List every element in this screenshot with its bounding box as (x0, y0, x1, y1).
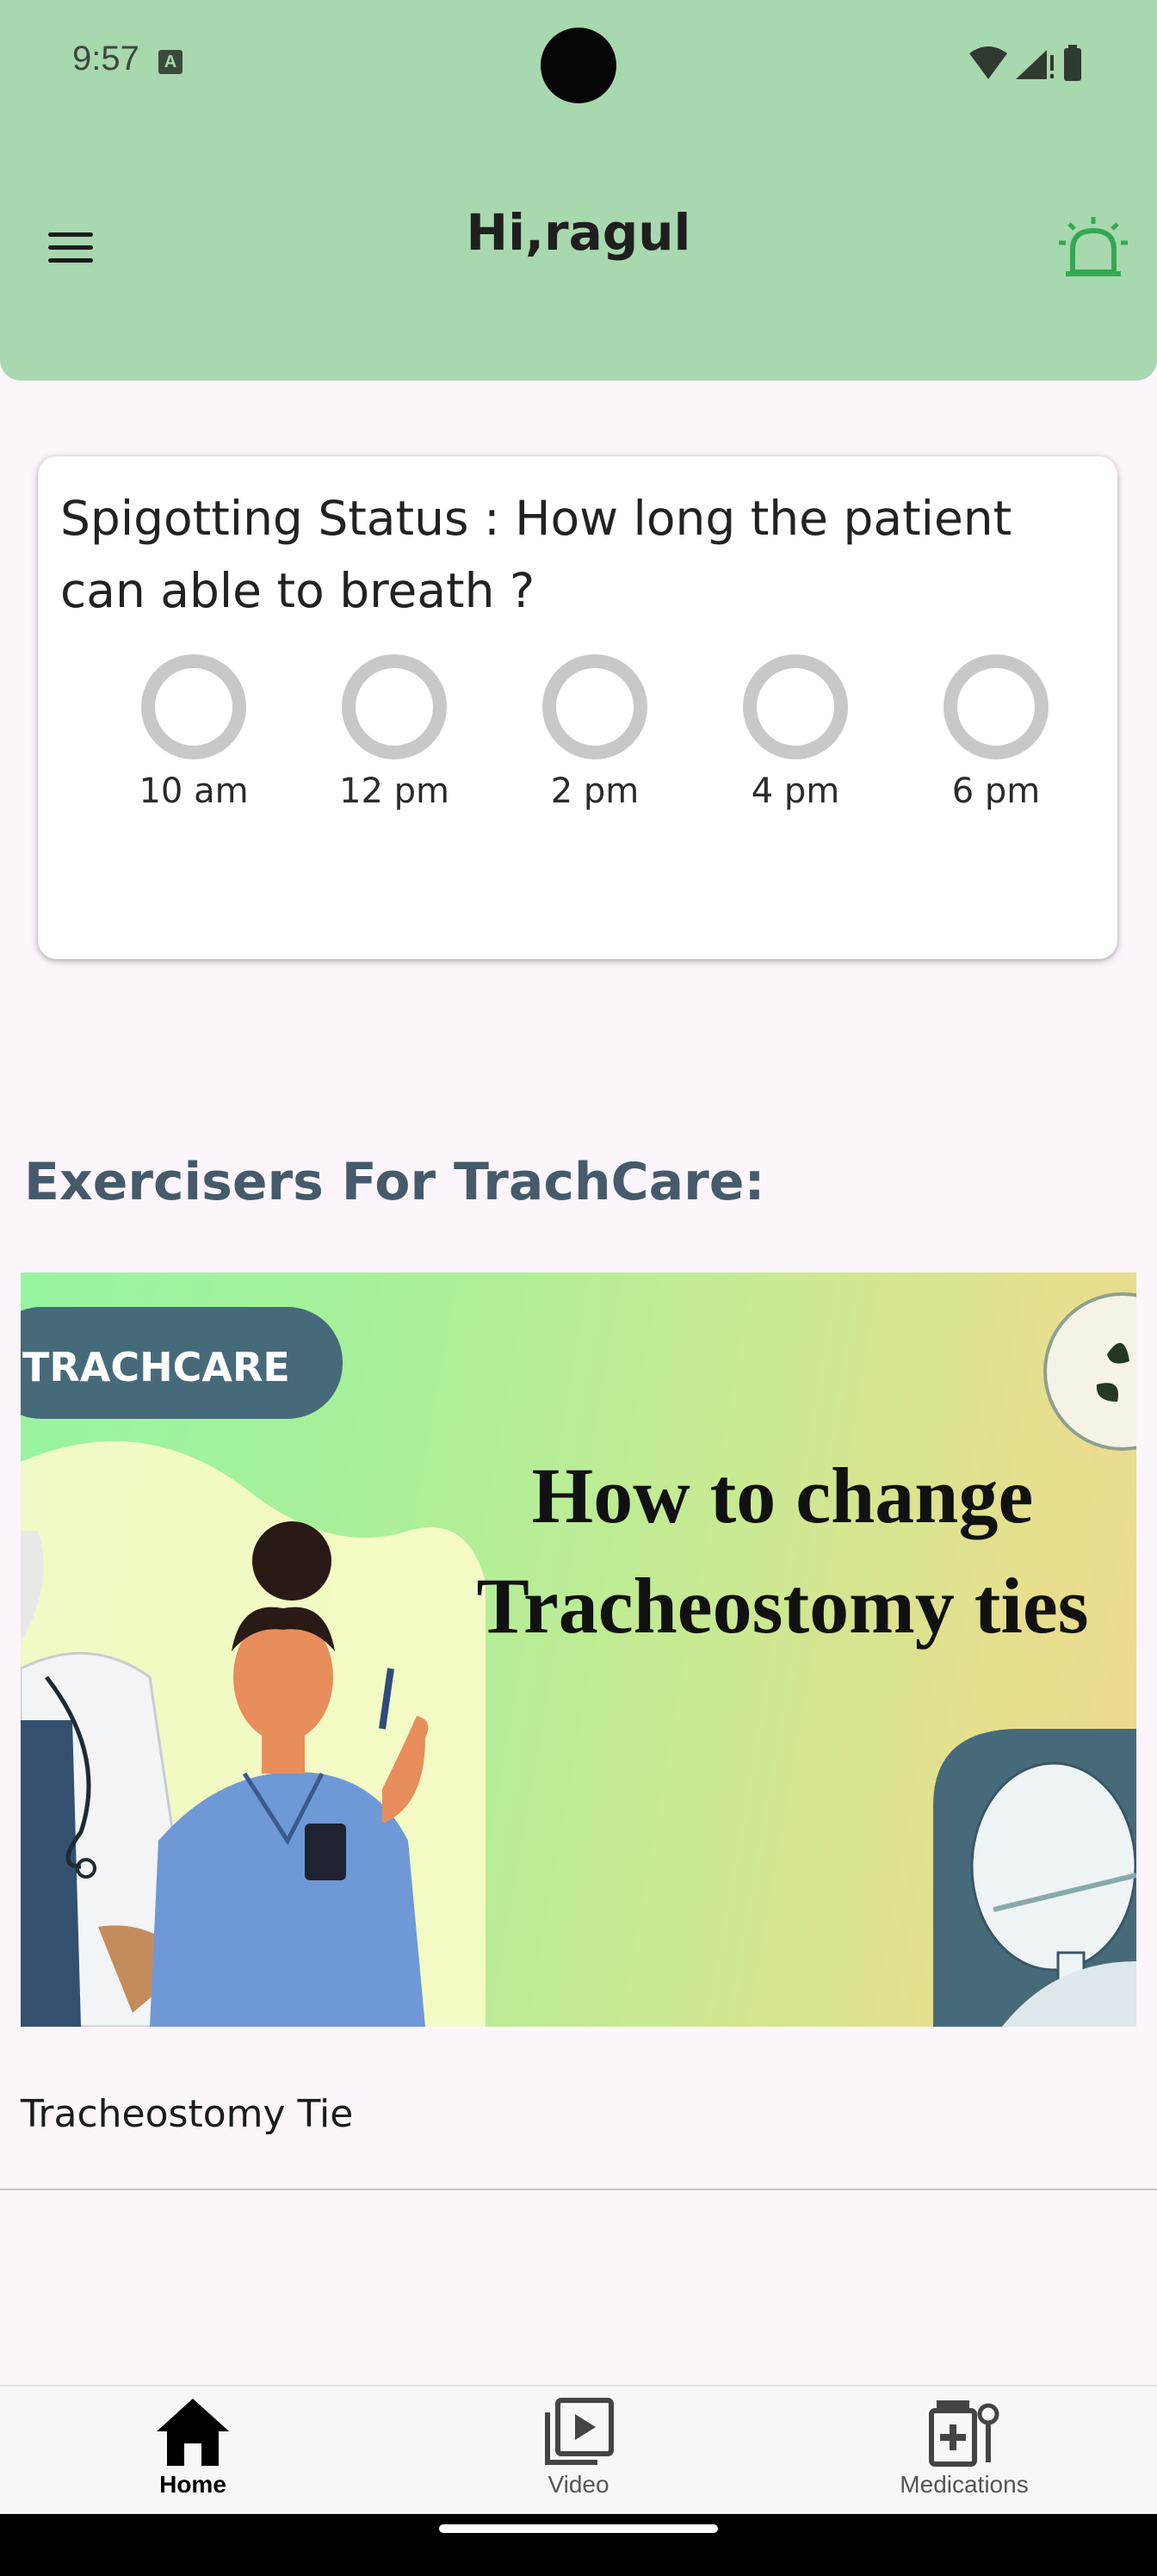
time-slot-label: 4 pm (751, 771, 840, 811)
radio-circle[interactable] (342, 654, 447, 759)
nav-video[interactable]: Video (449, 2395, 708, 2499)
radio-circle[interactable] (743, 654, 848, 759)
wifi-icon (969, 46, 1007, 79)
time-slot-4pm[interactable]: 4 pm (709, 654, 882, 811)
divider (0, 2189, 1157, 2190)
nav-label: Medications (900, 2471, 1029, 2498)
video-title[interactable]: Tracheostomy Tie (21, 2092, 353, 2136)
nav-label: Home (159, 2471, 226, 2498)
thumbnail-headline-line2: Tracheostomy ties (476, 1562, 1088, 1650)
thumbnail-headline-line1: How to change (532, 1452, 1034, 1539)
battery-icon (1064, 48, 1081, 81)
time-slot-label: 12 pm (339, 771, 449, 811)
nav-medications[interactable]: Medications (835, 2395, 1093, 2499)
radio-circle[interactable] (141, 654, 246, 759)
gesture-handle[interactable] (439, 2524, 718, 2533)
nav-label: Video (548, 2471, 609, 2498)
nav-home[interactable]: Home (64, 2395, 322, 2499)
bottom-navigation: Home Video Medications (0, 2385, 1157, 2516)
time-slot-2pm[interactable]: 2 pm (509, 654, 681, 811)
system-navigation-bar (0, 2514, 1157, 2576)
time-slot-label: 10 am (139, 771, 249, 811)
thumbnail-illustration: TRACHCARE How to change Tracheostomy tie… (21, 1292, 1136, 2027)
app-header: 9:57 A Hi,ragul (0, 0, 1157, 381)
radio-circle[interactable] (542, 654, 647, 759)
camera-cutout (541, 28, 616, 103)
status-icons (969, 45, 1081, 81)
notification-badge-icon: A (158, 50, 183, 74)
time-slot-label: 2 pm (550, 771, 640, 811)
signal-icon (1016, 50, 1047, 79)
spigotting-status-card: Spigotting Status : How long the patient… (38, 456, 1117, 959)
time-slot-10am[interactable]: 10 am (108, 654, 280, 811)
time-slot-12pm[interactable]: 12 pm (308, 654, 480, 811)
time-slot-6pm[interactable]: 6 pm (910, 654, 1082, 811)
status-time: 9:57 (72, 40, 139, 77)
exercises-section-title: Exercisers For TrachCare: (24, 1152, 765, 1212)
greeting-title: Hi,ragul (466, 203, 691, 262)
medications-icon (929, 2400, 999, 2467)
alarm-bell-icon[interactable] (1057, 215, 1129, 281)
time-slot-label: 6 pm (951, 771, 1041, 811)
video-thumbnail[interactable]: TRACHCARE How to change Tracheostomy tie… (21, 1273, 1136, 2027)
home-icon (157, 2399, 229, 2466)
radio-circle[interactable] (944, 654, 1049, 759)
spigotting-question: Spigotting Status : How long the patient… (60, 491, 1012, 618)
video-library-icon (545, 2398, 614, 2465)
thumbnail-badge-text: TRACHCARE (22, 1344, 290, 1390)
